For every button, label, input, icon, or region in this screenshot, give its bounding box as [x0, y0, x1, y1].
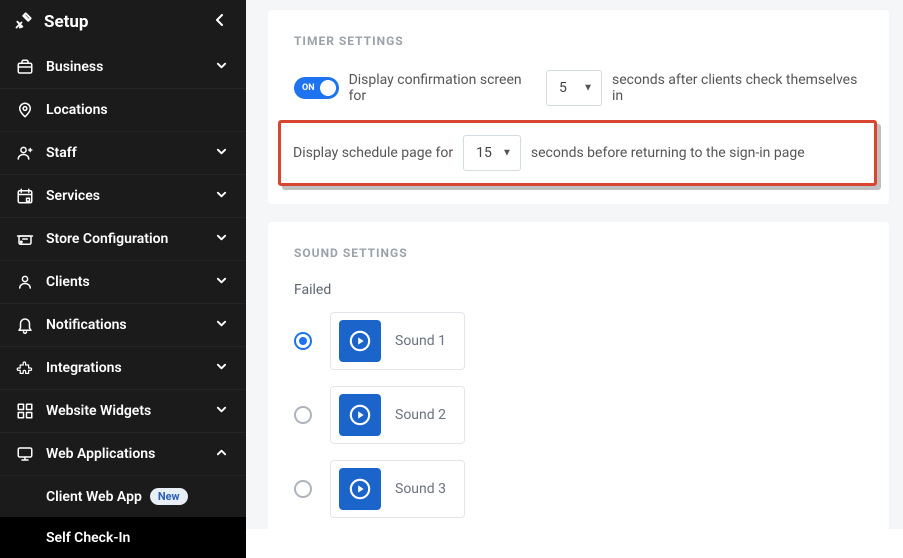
sound-sublabel: Failed [294, 282, 863, 298]
toggle-on-label: ON [302, 83, 315, 93]
sidebar-item-label: Website Widgets [46, 403, 210, 419]
main-content: TIMER SETTINGS ON Display confirmation s… [246, 0, 903, 529]
chevron-down-icon [210, 361, 232, 375]
sound-card: Sound 2 [330, 386, 465, 444]
sidebar-item-services[interactable]: Services [0, 175, 246, 218]
caret-down-icon: ▼ [502, 148, 512, 159]
sidebar-header: Setup [0, 0, 246, 46]
chevron-down-icon [210, 60, 232, 74]
person-icon [14, 142, 36, 164]
sound-option-3: Sound 3 [294, 460, 863, 518]
sidebar-sub-self-check-in[interactable]: Self Check-In [0, 517, 246, 558]
sidebar-item-label: Clients [46, 274, 210, 290]
play-button[interactable] [339, 320, 381, 362]
sidebar-item-web-applications[interactable]: Web Applications [0, 433, 246, 476]
sidebar-item-locations[interactable]: Locations [0, 89, 246, 132]
chevron-down-icon [210, 404, 232, 418]
timer-settings-panel: TIMER SETTINGS ON Display confirmation s… [268, 10, 889, 204]
sound-settings-panel: SOUND SETTINGS Failed Sound 1 Sound 2 [268, 222, 889, 529]
puzzle-icon [14, 357, 36, 379]
sound-option-1: Sound 1 [294, 312, 863, 370]
sidebar-collapse-button[interactable] [208, 14, 232, 30]
chevron-down-icon [210, 275, 232, 289]
widgets-icon [14, 400, 36, 422]
sound-card: Sound 1 [330, 312, 465, 370]
confirmation-timer-row: ON Display confirmation screen for 5 ▼ s… [294, 70, 863, 106]
sound-radio-3[interactable] [294, 480, 312, 498]
sidebar-nav: Business Locations Staff Services [0, 46, 246, 558]
sidebar-item-label: Store Configuration [46, 231, 210, 247]
new-badge: New [150, 488, 188, 505]
schedule-seconds-select[interactable]: 15 ▼ [463, 135, 521, 171]
pin-icon [14, 99, 36, 121]
sound-radio-1[interactable] [294, 332, 312, 350]
sidebar-item-business[interactable]: Business [0, 46, 246, 89]
sound-card: Sound 3 [330, 460, 465, 518]
sidebar-item-integrations[interactable]: Integrations [0, 347, 246, 390]
client-icon [14, 271, 36, 293]
sidebar-item-notifications[interactable]: Notifications [0, 304, 246, 347]
sound-name: Sound 2 [395, 407, 446, 423]
chevron-down-icon [210, 232, 232, 246]
chevron-down-icon [210, 318, 232, 332]
sidebar-item-label: Services [46, 188, 210, 204]
caret-down-icon: ▼ [583, 83, 593, 94]
monitor-icon [14, 443, 36, 465]
sidebar-item-store-configuration[interactable]: Store Configuration [0, 218, 246, 261]
sidebar-item-label: Integrations [46, 360, 210, 376]
play-button[interactable] [339, 468, 381, 510]
setup-icon [14, 10, 34, 34]
sidebar-item-clients[interactable]: Clients [0, 261, 246, 304]
sound-option-2: Sound 2 [294, 386, 863, 444]
sidebar: Setup Business Locations Staff [0, 0, 246, 529]
sidebar-item-staff[interactable]: Staff [0, 132, 246, 175]
sidebar-item-label: Web Applications [46, 446, 210, 462]
sidebar-item-label: Notifications [46, 317, 210, 333]
schedule-suffix-text: seconds before returning to the sign-in … [531, 145, 805, 161]
bell-icon [14, 314, 36, 336]
sidebar-sub-label: Self Check-In [46, 530, 130, 546]
briefcase-icon [14, 56, 36, 78]
sound-radio-2[interactable] [294, 406, 312, 424]
schedule-timer-highlight: Display schedule page for 15 ▼ seconds b… [278, 120, 877, 186]
confirmation-prefix-text: Display confirmation screen for [349, 72, 536, 104]
sidebar-item-website-widgets[interactable]: Website Widgets [0, 390, 246, 433]
calendar-icon [14, 185, 36, 207]
select-value: 15 [476, 145, 492, 161]
schedule-prefix-text: Display schedule page for [293, 145, 453, 161]
schedule-timer-row: Display schedule page for 15 ▼ seconds b… [293, 135, 862, 171]
chevron-down-icon [210, 146, 232, 160]
sidebar-item-label: Locations [46, 102, 232, 118]
sidebar-sub-label: Client Web App [46, 489, 142, 505]
sound-name: Sound 3 [395, 481, 446, 497]
confirmation-seconds-select[interactable]: 5 ▼ [546, 70, 602, 106]
sidebar-item-label: Business [46, 59, 210, 75]
confirmation-toggle[interactable]: ON [294, 77, 339, 99]
sidebar-item-label: Staff [46, 145, 210, 161]
chevron-down-icon [210, 189, 232, 203]
store-icon [14, 228, 36, 250]
select-value: 5 [559, 80, 567, 96]
sidebar-sub-client-web-app[interactable]: Client Web App New [0, 476, 246, 517]
play-button[interactable] [339, 394, 381, 436]
toggle-knob [320, 80, 336, 96]
timer-settings-heading: TIMER SETTINGS [294, 34, 863, 48]
sound-settings-heading: SOUND SETTINGS [294, 246, 863, 260]
confirmation-suffix-text: seconds after clients check themselves i… [612, 72, 863, 104]
sound-name: Sound 1 [395, 333, 446, 349]
sidebar-title: Setup [44, 12, 208, 32]
chevron-up-icon [210, 447, 232, 461]
